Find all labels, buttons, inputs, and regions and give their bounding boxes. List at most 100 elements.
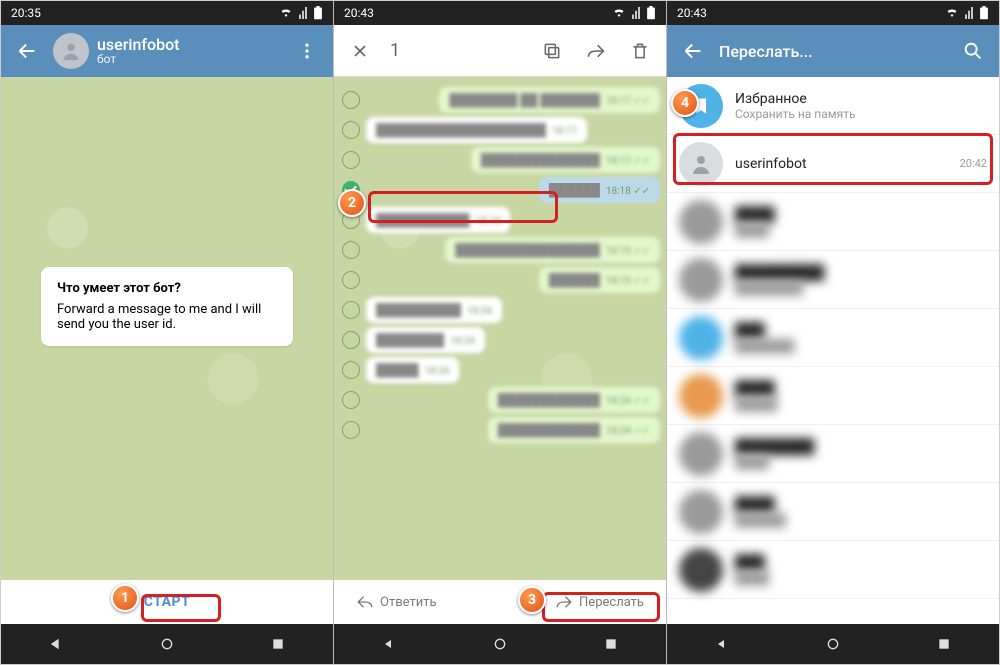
saved-messages-item[interactable]: ИзбранноеСохранить на память bbox=[667, 77, 999, 135]
message-row[interactable]: ██████████████18:17 ✓✓ bbox=[338, 147, 660, 173]
message-bubble[interactable]: █████18:34 bbox=[366, 357, 459, 383]
close-selection-button[interactable] bbox=[342, 33, 378, 69]
message-bubble[interactable]: ████████████████████18:17 bbox=[366, 117, 587, 143]
chat-subtitle: Сохранить на память bbox=[735, 107, 987, 121]
chat-item[interactable]: ██████████ bbox=[667, 309, 999, 367]
message-bubble[interactable]: ████████18:34 bbox=[366, 327, 485, 353]
delete-button[interactable] bbox=[622, 33, 658, 69]
status-time: 20:43 bbox=[344, 6, 374, 20]
status-time: 20:43 bbox=[677, 6, 707, 20]
forward-header: Переслать... bbox=[667, 25, 999, 77]
message-bubble[interactable]: █████████████████18:19 ✓✓ bbox=[445, 237, 660, 263]
chat-avatar bbox=[679, 432, 723, 476]
chat-subtitle: ████ bbox=[735, 455, 987, 469]
nav-recent[interactable] bbox=[894, 637, 994, 651]
message-bubble[interactable]: ██████████18:34 bbox=[366, 297, 502, 323]
forward-arrow-icon bbox=[586, 41, 606, 61]
chat-subtitle: ██████ bbox=[735, 513, 987, 527]
chat-item[interactable]: ███████ bbox=[667, 541, 999, 599]
status-time: 20:35 bbox=[11, 6, 41, 20]
message-row[interactable]: ████████████18:34 ✓✓ bbox=[338, 387, 660, 413]
chat-header: userinfobot бот bbox=[1, 25, 333, 77]
reply-button[interactable]: Ответить bbox=[346, 589, 447, 615]
chat-item[interactable]: ████████████ bbox=[667, 425, 999, 483]
nav-home[interactable] bbox=[450, 636, 550, 652]
search-button[interactable] bbox=[955, 33, 991, 69]
selection-circle[interactable] bbox=[342, 91, 360, 109]
status-icons bbox=[945, 6, 989, 20]
message-bubble[interactable]: ███████████18:18 bbox=[366, 207, 510, 233]
nav-back[interactable] bbox=[673, 636, 773, 652]
pane-message-select: 20:43 1 ████████ ██ ███████1 bbox=[334, 1, 667, 664]
chat-avatar bbox=[679, 490, 723, 534]
forward-icon-button[interactable] bbox=[578, 33, 614, 69]
selection-circle[interactable] bbox=[342, 301, 360, 319]
selection-action-bar: Ответить Переслать bbox=[334, 580, 666, 624]
chat-item[interactable]: █████████ bbox=[667, 367, 999, 425]
message-row[interactable]: ████████18:34 bbox=[338, 327, 660, 353]
chat-name: ███ bbox=[735, 322, 987, 339]
message-bubble[interactable]: ██████████████18:17 ✓✓ bbox=[471, 147, 660, 173]
nav-back[interactable] bbox=[340, 636, 440, 652]
message-row[interactable]: ██████18:18 ✓✓ bbox=[338, 177, 660, 203]
selection-circle[interactable] bbox=[342, 271, 360, 289]
forward-chat-list: ИзбранноеСохранить на памятьuserinfobot2… bbox=[667, 77, 999, 624]
message-row[interactable]: ███████████18:18 bbox=[338, 207, 660, 233]
message-bubble[interactable]: ████████ ██ ███████18:17 ✓✓ bbox=[439, 87, 660, 113]
wifi-icon bbox=[945, 7, 959, 19]
chat-background: Что умеет этот бот? Forward a message to… bbox=[1, 77, 333, 580]
back-button[interactable] bbox=[675, 33, 711, 69]
pane-forward-picker: 20:43 Переслать... ИзбранноеСохранить на… bbox=[667, 1, 999, 664]
chat-subtitle: ████ bbox=[735, 223, 987, 237]
message-row[interactable]: ██████18:19 ✓✓ bbox=[338, 267, 660, 293]
nav-home[interactable] bbox=[117, 636, 217, 652]
selection-circle[interactable] bbox=[342, 361, 360, 379]
selection-circle[interactable] bbox=[342, 331, 360, 349]
chat-title: userinfobot bbox=[97, 36, 281, 54]
nav-back[interactable] bbox=[7, 636, 107, 652]
chat-avatar bbox=[679, 316, 723, 360]
selection-header: 1 bbox=[334, 25, 666, 77]
forward-button[interactable]: Переслать bbox=[545, 589, 654, 615]
userinfobot-item[interactable]: userinfobot20:42 bbox=[667, 135, 999, 193]
battery-icon bbox=[313, 6, 323, 20]
selection-circle[interactable] bbox=[342, 391, 360, 409]
nav-home[interactable] bbox=[783, 636, 883, 652]
message-row[interactable]: ████████ ██ ███████18:17 ✓✓ bbox=[338, 87, 660, 113]
callout-1: 1 bbox=[111, 584, 139, 612]
selection-circle[interactable] bbox=[342, 241, 360, 259]
chat-subtitle: █████ bbox=[735, 397, 987, 411]
message-bubble[interactable]: ██████18:19 ✓✓ bbox=[539, 267, 660, 293]
signal-icon bbox=[632, 7, 640, 19]
message-bubble[interactable]: ██████18:18 ✓✓ bbox=[539, 177, 660, 203]
close-icon bbox=[350, 41, 370, 61]
chat-title-block[interactable]: userinfobot бот bbox=[97, 36, 281, 67]
selection-circle[interactable] bbox=[342, 151, 360, 169]
nav-recent[interactable] bbox=[228, 637, 328, 651]
selection-circle[interactable] bbox=[342, 421, 360, 439]
pane-bot-chat: 20:35 userinfobot бот Что bbox=[1, 1, 334, 664]
message-row[interactable]: ████████████████████18:17 bbox=[338, 117, 660, 143]
search-icon bbox=[962, 40, 984, 62]
message-bubble[interactable]: ████████████18:34 ✓✓ bbox=[488, 417, 660, 443]
message-row[interactable]: ████████████18:34 ✓✓ bbox=[338, 417, 660, 443]
message-row[interactable]: █████18:34 bbox=[338, 357, 660, 383]
chat-item[interactable]: ████████ bbox=[667, 193, 999, 251]
status-bar: 20:35 bbox=[1, 1, 333, 25]
nav-recent[interactable] bbox=[561, 637, 661, 651]
message-row[interactable]: █████████████████18:19 ✓✓ bbox=[338, 237, 660, 263]
copy-icon bbox=[542, 41, 562, 61]
chat-item[interactable]: ██████████ bbox=[667, 483, 999, 541]
selection-circle[interactable] bbox=[342, 121, 360, 139]
message-row[interactable]: ██████████18:34 bbox=[338, 297, 660, 323]
callout-2: 2 bbox=[338, 189, 366, 217]
chat-subtitle: ███████ bbox=[735, 339, 987, 353]
back-button[interactable] bbox=[9, 33, 45, 69]
bot-avatar[interactable] bbox=[53, 33, 89, 69]
more-button[interactable] bbox=[289, 33, 325, 69]
copy-button[interactable] bbox=[534, 33, 570, 69]
message-list: ████████ ██ ███████18:17 ✓✓ █████████████… bbox=[334, 77, 666, 580]
chat-item[interactable]: █████████████████ bbox=[667, 251, 999, 309]
battery-icon bbox=[646, 6, 656, 20]
message-bubble[interactable]: ████████████18:34 ✓✓ bbox=[488, 387, 660, 413]
